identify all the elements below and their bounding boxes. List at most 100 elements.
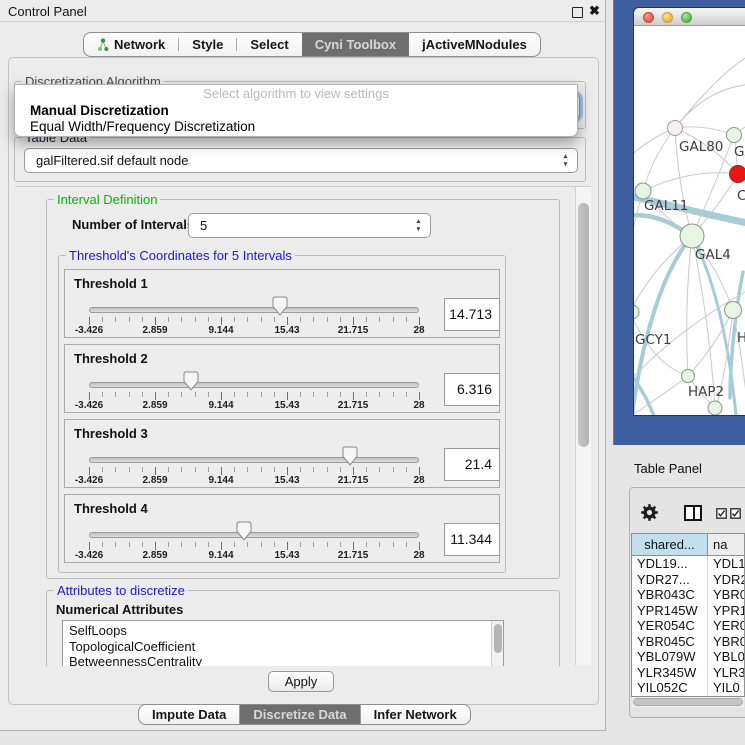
table-row[interactable]: YDL19...YDL1 xyxy=(632,556,744,572)
table-data-select[interactable]: galFiltered.sif default node ▲▼ xyxy=(24,148,578,173)
table-row[interactable]: YBL079WYBL0 xyxy=(632,649,744,665)
threshold-value-field[interactable]: 21.4 xyxy=(444,448,500,481)
node-label: C xyxy=(737,188,745,204)
slider-tick xyxy=(366,542,367,547)
network-edge[interactable] xyxy=(643,173,738,191)
tab-jactivemnodules[interactable]: jActiveMNodules xyxy=(409,33,540,56)
table-horizontal-scrollbar[interactable] xyxy=(632,697,744,707)
attribute-item[interactable]: BetweennessCentrality xyxy=(69,654,503,666)
slider-track[interactable] xyxy=(89,382,419,388)
network-graph: GAL80GACGAL11GAL4GCY1HAHAP2 xyxy=(634,26,745,415)
slider-tick-label: 2.859 xyxy=(132,475,178,486)
table-row[interactable]: YIL052CYIL0 xyxy=(632,680,744,696)
threshold-value-field[interactable]: 6.316 xyxy=(444,373,500,406)
table-row[interactable]: YBR045CYBR0 xyxy=(632,634,744,650)
network-edge[interactable] xyxy=(634,376,688,415)
attribute-item[interactable]: SelfLoops xyxy=(69,623,503,639)
slider-tick xyxy=(419,467,420,475)
slider-tick xyxy=(353,317,354,325)
node-label: HA xyxy=(737,330,745,346)
network-edge[interactable] xyxy=(675,127,734,135)
slider-track[interactable] xyxy=(89,532,419,538)
dropdown-option[interactable]: Manual Discretization xyxy=(15,103,577,119)
slider-tick xyxy=(340,317,341,322)
numerical-attributes-label: Numerical Attributes xyxy=(56,602,183,617)
node-label: GA xyxy=(734,144,745,160)
threshold-label: Threshold 1 xyxy=(74,276,148,291)
slider-thumb[interactable] xyxy=(183,371,199,391)
slider-tick-label: 15.43 xyxy=(264,400,310,411)
slider-thumb[interactable] xyxy=(342,446,358,466)
network-node[interactable] xyxy=(682,370,695,383)
slider-tick xyxy=(261,542,262,547)
table-row[interactable]: YDR27...YDR2 xyxy=(632,572,744,588)
network-node[interactable] xyxy=(668,121,683,136)
node-label: GAL80 xyxy=(679,139,723,155)
network-node[interactable] xyxy=(725,302,742,319)
settings-vertical-scrollbar[interactable] xyxy=(575,187,591,665)
network-window-titlebar[interactable] xyxy=(634,8,745,26)
table-row[interactable]: YLR345WYLR3 xyxy=(632,665,744,681)
slider-tick xyxy=(168,467,169,472)
slider-tick xyxy=(300,542,301,547)
dropdown-option[interactable]: Equal Width/Frequency Discretization xyxy=(15,119,577,135)
network-edge[interactable] xyxy=(643,128,675,191)
slider-tick xyxy=(406,392,407,397)
attribute-item[interactable]: TopologicalCoefficient xyxy=(69,639,503,655)
slider-tick xyxy=(287,467,288,475)
network-canvas[interactable]: GAL80GACGAL11GAL4GCY1HAHAP2 xyxy=(634,26,745,415)
tab-select[interactable]: Select xyxy=(237,33,301,56)
slider-track[interactable] xyxy=(89,457,419,463)
close-icon[interactable]: ✖ xyxy=(589,3,600,19)
slider-tick xyxy=(221,317,222,325)
network-edge[interactable] xyxy=(687,236,692,376)
close-traffic-light-icon[interactable] xyxy=(643,12,654,23)
tab-label: Infer Network xyxy=(374,707,457,722)
tab-style[interactable]: Style xyxy=(179,33,236,56)
gear-icon[interactable] xyxy=(641,504,658,521)
slider-tick xyxy=(313,317,314,322)
numerical-attributes-list[interactable]: SelfLoopsTopologicalCoefficientBetweenne… xyxy=(62,620,504,666)
slider-tick xyxy=(168,542,169,547)
split-columns-icon[interactable] xyxy=(684,505,702,521)
tab-discretize-data[interactable]: Discretize Data xyxy=(239,705,359,724)
threshold-value-field[interactable]: 14.713 xyxy=(444,298,500,331)
network-edge[interactable] xyxy=(675,54,745,128)
slider-tick xyxy=(274,392,275,397)
network-node[interactable] xyxy=(727,128,742,143)
slider-thumb[interactable] xyxy=(236,521,252,541)
column-header-name[interactable]: na xyxy=(708,534,744,555)
checkbox-checked-icon[interactable] xyxy=(730,508,741,519)
apply-button[interactable]: Apply xyxy=(268,671,334,692)
tab-infer-network[interactable]: Infer Network xyxy=(360,705,470,724)
network-node[interactable] xyxy=(680,224,704,248)
column-header-shared-name[interactable]: shared... xyxy=(632,534,708,555)
slider-tick-label: 9.144 xyxy=(198,550,244,561)
checkbox-checked-icon[interactable] xyxy=(716,508,727,519)
table-row[interactable]: YPR145WYPR1 xyxy=(632,603,744,619)
table-row[interactable]: YER054CYER0 xyxy=(632,618,744,634)
slider-tick xyxy=(393,467,394,472)
tab-impute-data[interactable]: Impute Data xyxy=(139,705,239,724)
network-edge[interactable] xyxy=(675,84,745,128)
table-row[interactable]: YBR043CYBR0 xyxy=(632,587,744,603)
network-node[interactable] xyxy=(635,183,651,199)
float-window-icon[interactable] xyxy=(572,7,583,18)
slider-thumb[interactable] xyxy=(272,296,288,316)
node-label: GAL11 xyxy=(644,198,688,214)
tab-label: Cyni Toolbox xyxy=(315,37,396,52)
network-node[interactable] xyxy=(708,401,722,415)
tab-network[interactable]: Network xyxy=(84,33,178,56)
number-of-intervals-select[interactable]: 5 ▲▼ xyxy=(188,213,431,238)
slider-tick xyxy=(234,467,235,472)
network-node[interactable] xyxy=(634,305,639,319)
threshold-value-field[interactable]: 11.344 xyxy=(444,523,500,556)
network-node[interactable] xyxy=(730,166,745,183)
attributes-list-scrollbar[interactable] xyxy=(491,621,503,666)
slider-tick xyxy=(234,392,235,397)
tab-cyni-toolbox[interactable]: Cyni Toolbox xyxy=(302,33,409,56)
slider-tick xyxy=(327,392,328,397)
slider-track[interactable] xyxy=(89,307,419,313)
zoom-traffic-light-icon[interactable] xyxy=(681,12,692,23)
minimize-traffic-light-icon[interactable] xyxy=(662,12,673,23)
